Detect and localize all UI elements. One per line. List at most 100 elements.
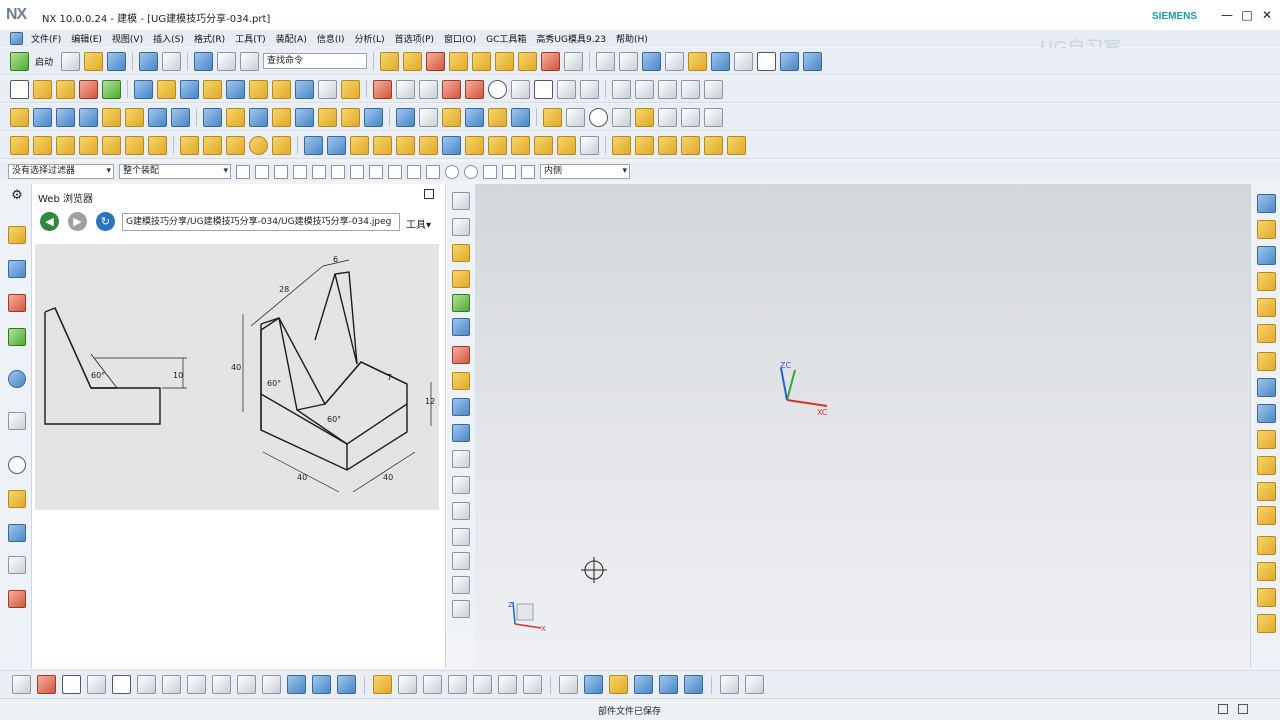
pipe-coupling-icon[interactable]	[1257, 430, 1276, 449]
arc-icon[interactable]	[465, 79, 484, 99]
sketch-icon[interactable]	[10, 79, 29, 99]
edge-blend-icon[interactable]	[10, 107, 29, 127]
forward-arrow-icon[interactable]: ▶	[68, 212, 87, 231]
slot-icon[interactable]	[226, 79, 245, 99]
hole-table-icon[interactable]	[419, 107, 438, 127]
through-curves-icon[interactable]	[203, 107, 222, 127]
start-button[interactable]: 启动	[35, 55, 53, 68]
ejector-pin-icon[interactable]	[226, 135, 245, 155]
open-file-icon[interactable]	[84, 51, 104, 71]
revolve-2-icon[interactable]	[56, 79, 75, 99]
menu-edit[interactable]: 编辑(E)	[66, 32, 107, 45]
trim-body-icon[interactable]	[541, 51, 561, 71]
mold-view-icon[interactable]	[704, 135, 723, 155]
studio-surface-icon[interactable]	[272, 107, 291, 127]
pipe-path-icon[interactable]	[1257, 562, 1276, 581]
pipe-stock-icon[interactable]	[1257, 482, 1276, 501]
project-curve-icon[interactable]	[681, 79, 700, 99]
sketch-line-icon[interactable]	[12, 675, 31, 694]
draft-icon[interactable]	[341, 79, 360, 99]
select-body-icon[interactable]	[331, 164, 345, 179]
tools-menu[interactable]: 工具▾	[406, 216, 431, 231]
section-view-icon[interactable]	[452, 476, 470, 494]
groove-icon[interactable]	[180, 79, 199, 99]
extrude-2-icon[interactable]	[33, 79, 52, 99]
snap-quadrant-icon[interactable]	[464, 164, 478, 179]
sew-icon[interactable]	[318, 107, 337, 127]
dimension-icon[interactable]	[452, 218, 470, 236]
new-file-icon[interactable]	[61, 51, 81, 71]
offset-curve-icon[interactable]	[658, 79, 677, 99]
snap-endpoint-icon[interactable]	[369, 164, 383, 179]
maximize-button[interactable]: □	[1240, 8, 1254, 22]
move-face-icon[interactable]	[148, 107, 167, 127]
snap-arc-center-icon[interactable]	[445, 164, 459, 179]
sketch-derived-icon[interactable]	[237, 675, 256, 694]
subtract-icon[interactable]	[449, 51, 469, 71]
text-icon[interactable]	[452, 192, 470, 210]
select-all-icon[interactable]	[236, 164, 250, 179]
layer-icon[interactable]	[757, 51, 777, 71]
grid-dots-icon[interactable]	[304, 135, 323, 155]
mirror-icon[interactable]	[318, 79, 337, 99]
back-arrow-icon[interactable]: ◀	[40, 212, 59, 231]
pipe-cap-icon[interactable]	[1257, 378, 1276, 397]
background-icon[interactable]	[734, 51, 754, 71]
wcs-display-icon[interactable]	[659, 675, 678, 694]
wcs-rotate-icon[interactable]	[634, 675, 653, 694]
constraint-navigator-icon[interactable]	[8, 260, 26, 278]
revolve-icon[interactable]	[518, 51, 538, 71]
select-face-icon[interactable]	[312, 164, 326, 179]
select-box-icon[interactable]	[293, 164, 307, 179]
sketch-text-icon[interactable]	[112, 675, 131, 694]
drawing-icon[interactable]	[511, 135, 530, 155]
runner-icon[interactable]	[419, 135, 438, 155]
cube-open-icon[interactable]	[452, 270, 470, 288]
part-navigator-icon[interactable]	[8, 294, 26, 312]
menu-help[interactable]: 帮助(H)	[611, 32, 653, 45]
grid-icon[interactable]	[102, 135, 121, 155]
manufacturing-wizard-icon[interactable]	[8, 556, 26, 574]
sketch-offset-icon[interactable]	[137, 675, 156, 694]
frame-icon[interactable]	[452, 372, 470, 390]
graphics-window[interactable]: XC ZC X Z	[475, 184, 1250, 668]
system-materials-icon[interactable]	[8, 490, 26, 508]
datum-icon[interactable]	[102, 79, 121, 99]
clean-up-icon[interactable]	[557, 135, 576, 155]
core-cavity-icon[interactable]	[148, 135, 167, 155]
menu-assembly[interactable]: 装配(A)	[271, 32, 312, 45]
function-key-icon[interactable]	[452, 576, 470, 594]
line-icon[interactable]	[442, 79, 461, 99]
snapshot-icon[interactable]	[704, 107, 723, 127]
menu-analysis[interactable]: 分析(L)	[350, 32, 390, 45]
mold-settings-icon[interactable]	[727, 135, 746, 155]
polygon-icon[interactable]	[557, 79, 576, 99]
fillet-curve-icon[interactable]	[511, 79, 530, 99]
pipe-segment-icon[interactable]	[1257, 352, 1276, 371]
sketch-mirror-icon[interactable]	[187, 675, 206, 694]
workpiece-icon[interactable]	[56, 135, 75, 155]
status-window-icon[interactable]	[1218, 704, 1228, 714]
snap-intersection-icon[interactable]	[426, 164, 440, 179]
mold-wizard-icon[interactable]	[10, 135, 29, 155]
ruler-icon[interactable]	[452, 600, 470, 618]
menu-file[interactable]: 文件(F)	[26, 32, 66, 45]
join-curve-icon[interactable]	[498, 675, 517, 694]
palette-icon[interactable]	[452, 294, 470, 312]
gate-icon[interactable]	[396, 135, 415, 155]
center-line-icon[interactable]	[452, 528, 470, 546]
red-cube-icon[interactable]	[452, 346, 470, 364]
shell-icon[interactable]	[272, 79, 291, 99]
menu-tools[interactable]: 工具(T)	[230, 32, 271, 45]
fit-view-icon[interactable]	[596, 51, 616, 71]
command-finder-icon[interactable]	[217, 51, 237, 71]
save-icon[interactable]	[107, 51, 127, 71]
gear-icon[interactable]	[249, 135, 268, 155]
curvature-comb-icon[interactable]	[448, 675, 467, 694]
app-menu-icon[interactable]	[10, 32, 23, 45]
sketch-rectangle-icon[interactable]	[62, 675, 81, 694]
layout-icon[interactable]	[79, 135, 98, 155]
raster-image-icon[interactable]	[396, 79, 415, 99]
web-browser-tab-icon[interactable]	[8, 412, 26, 430]
wcs-dynamic-icon[interactable]	[584, 675, 603, 694]
